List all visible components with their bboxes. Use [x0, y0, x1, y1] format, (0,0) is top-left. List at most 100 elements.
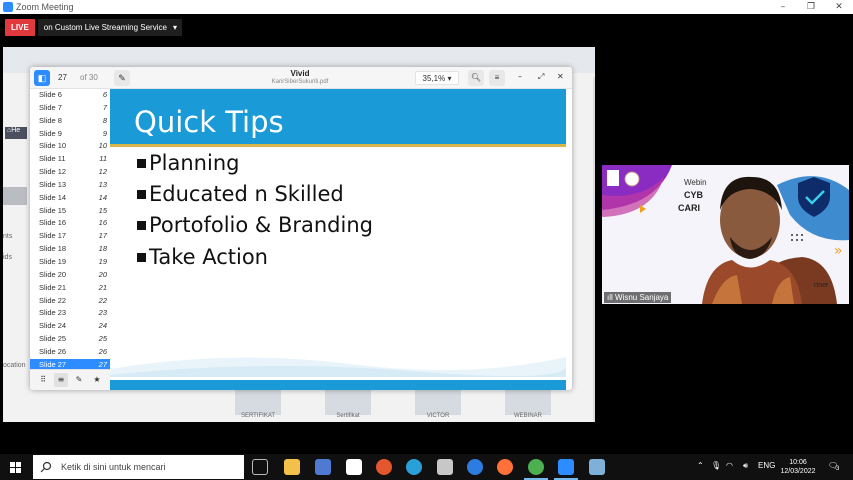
- search-placeholder: Ketik di sini untuk mencari: [61, 462, 166, 472]
- window-title-bar: Zoom Meeting – ❐ ✕: [0, 0, 853, 14]
- zoom-icon[interactable]: [554, 459, 578, 480]
- slide-item-number: 23: [98, 308, 107, 318]
- page-total-label: of 30: [80, 73, 98, 82]
- search-icon: [40, 461, 52, 473]
- window-title: Zoom Meeting: [16, 2, 74, 12]
- live-service-dropdown[interactable]: on Custom Live Streaming Service ▾: [37, 19, 182, 36]
- volume-icon[interactable]: 🔊︎: [743, 461, 748, 471]
- slide-list-item[interactable]: Slide 11 11: [30, 153, 110, 166]
- slide-item-label: Slide 8: [39, 115, 62, 125]
- document-filename: KarirSiberSukuriti.pdf: [271, 79, 329, 85]
- slide-list-item[interactable]: Slide 7 7: [30, 102, 110, 115]
- language-indicator[interactable]: ENG: [758, 461, 775, 470]
- firefox-icon[interactable]: [497, 459, 513, 475]
- app-icon[interactable]: [467, 459, 483, 475]
- microphone-icon[interactable]: 🎙︎: [711, 461, 721, 470]
- ubuntu-app-icon[interactable]: [376, 459, 392, 475]
- list-view-icon[interactable]: ≡: [54, 373, 68, 387]
- telegram-icon[interactable]: [406, 459, 422, 475]
- taskbar-search-box[interactable]: Ketik di sini untuk mencari: [33, 455, 244, 479]
- viewer-minimize-button[interactable]: –: [518, 72, 522, 81]
- menu-button[interactable]: ≡: [489, 70, 505, 86]
- slide-list-item[interactable]: Slide 22 22: [30, 295, 110, 308]
- sidebar-toggle-button[interactable]: ◧: [34, 70, 50, 86]
- slide-list-item[interactable]: Slide 21 21: [30, 282, 110, 295]
- slide-item-number: 9: [102, 128, 107, 138]
- search-button[interactable]: 🔍︎: [468, 70, 484, 86]
- slide-item-label: Slide 16: [39, 218, 67, 228]
- slide-list-item[interactable]: Slide 19 19: [30, 256, 110, 269]
- participant-video-tile[interactable]: » Webin CYB CARI rtner ıll Wisnu Sanjaya: [602, 165, 849, 304]
- slide-list-item[interactable]: Slide 17 17: [30, 230, 110, 243]
- notion-icon[interactable]: [346, 459, 362, 475]
- wifi-icon[interactable]: ◠: [726, 461, 733, 470]
- svg-text:»: »: [834, 243, 843, 259]
- chevron-up-icon[interactable]: ⌃: [697, 461, 704, 470]
- file-explorer-icon[interactable]: [284, 459, 300, 475]
- slide-list-item[interactable]: Slide 25 25: [30, 333, 110, 346]
- slide-page: Quick Tips Planning Educated n Skilled P…: [110, 89, 566, 390]
- slide-item-number: 8: [102, 115, 107, 125]
- slide-list-item[interactable]: Slide 6 6: [30, 89, 110, 102]
- close-button[interactable]: ✕: [825, 0, 853, 14]
- slide-list-item[interactable]: Slide 26 26: [30, 346, 110, 359]
- zoom-app-icon: [3, 2, 13, 12]
- slide-bullet: Portofolio & Branding: [137, 213, 373, 237]
- sidebar-tools: ⠿ ≡ ✎ ★: [30, 369, 110, 390]
- slide-list-item[interactable]: Slide 14 14: [30, 192, 110, 205]
- slide-list-item[interactable]: Slide 16 16: [30, 217, 110, 230]
- slide-list-item[interactable]: Slide 23 23: [30, 307, 110, 320]
- slide-item-number: 25: [98, 334, 107, 344]
- slide-item-number: 16: [98, 218, 107, 228]
- slide-list-item[interactable]: Slide 13 13: [30, 179, 110, 192]
- slide-list-item[interactable]: Slide 15 15: [30, 205, 110, 218]
- slide-list-item[interactable]: Slide 12 12: [30, 166, 110, 179]
- shared-screen: ⌂He nts ids ocation SERTIFIKAT Sertifika…: [3, 47, 595, 422]
- slide-item-label: Slide 23: [39, 308, 67, 318]
- task-view-icon[interactable]: [252, 459, 268, 475]
- slide-list-item[interactable]: Slide 9 9: [30, 128, 110, 141]
- slide-list-item[interactable]: Slide 27 27: [30, 358, 110, 369]
- slide-list-item[interactable]: Slide 20 20: [30, 269, 110, 282]
- background-left-item: ocation: [3, 362, 26, 369]
- background-card: [235, 387, 281, 415]
- taskbar-clock[interactable]: 10:06 12/03/2022: [778, 458, 818, 476]
- grid-view-icon[interactable]: ⠿: [36, 373, 50, 387]
- pen-icon[interactable]: ✎: [72, 373, 86, 387]
- slide-list-item[interactable]: Slide 18 18: [30, 243, 110, 256]
- slide-list-item[interactable]: Slide 10 10: [30, 140, 110, 153]
- store-icon[interactable]: [437, 459, 453, 475]
- clock-time: 10:06: [789, 459, 807, 466]
- viewer-maximize-button[interactable]: ⤢: [538, 72, 544, 82]
- page-number-input[interactable]: 27: [58, 73, 67, 82]
- maximize-button[interactable]: ❐: [797, 0, 825, 14]
- annotate-button[interactable]: ✎: [114, 70, 130, 86]
- viewer-close-button[interactable]: ✕: [557, 72, 564, 81]
- slide-bullet: Educated n Skilled: [137, 182, 344, 206]
- bullet-square-icon: [137, 189, 146, 199]
- slide-item-label: Slide 24: [39, 321, 67, 331]
- slide-item-number: 11: [99, 154, 107, 164]
- window-controls: – ❐ ✕: [769, 0, 853, 14]
- bullet-square-icon: [137, 158, 146, 168]
- app-icon[interactable]: [589, 459, 605, 475]
- sidebar-icon: ◧: [37, 73, 47, 83]
- slide-item-number: 10: [98, 141, 107, 151]
- slide-item-label: Slide 14: [39, 192, 67, 202]
- chrome-icon[interactable]: [524, 459, 548, 480]
- star-icon[interactable]: ★: [90, 373, 104, 387]
- minimize-button[interactable]: –: [769, 0, 797, 14]
- cloud-app-icon[interactable]: [315, 459, 331, 475]
- slide-list-item[interactable]: Slide 8 8: [30, 115, 110, 128]
- background-left-item: ids: [3, 254, 12, 261]
- slide-wave-decoration: [110, 357, 566, 379]
- pen-icon: ✎: [118, 73, 126, 83]
- windows-start-button[interactable]: [10, 462, 21, 473]
- slide-list-item[interactable]: Slide 24 24: [30, 320, 110, 333]
- background-card: [325, 387, 371, 415]
- document-title: Vivid: [290, 69, 310, 78]
- zoom-dropdown[interactable]: 35,1% ▾: [415, 71, 459, 85]
- background-left-item: nts: [3, 233, 13, 240]
- slide-item-label: Slide 15: [39, 205, 67, 215]
- slide-item-number: 14: [98, 192, 107, 202]
